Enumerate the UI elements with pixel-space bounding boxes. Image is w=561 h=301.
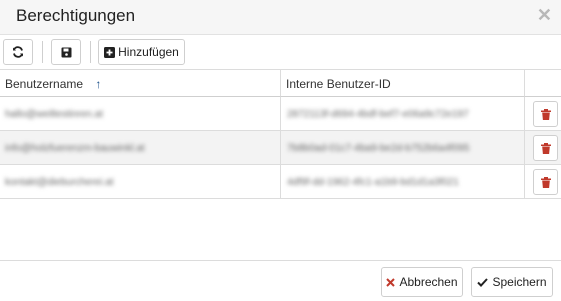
delete-button[interactable] bbox=[533, 169, 558, 195]
delete-button[interactable] bbox=[533, 135, 558, 161]
column-header-label: Benutzername bbox=[5, 77, 84, 91]
add-button-label: Hinzufügen bbox=[118, 45, 179, 59]
save-dialog-button[interactable]: Speichern bbox=[471, 267, 553, 297]
add-button[interactable]: Hinzufügen bbox=[98, 39, 185, 65]
plus-square-icon bbox=[104, 46, 116, 58]
cancel-button[interactable]: Abbrechen bbox=[381, 267, 463, 297]
user-id-cell: 4df9f-dd-1962-4fc1-a1b9-bd1d1a3f021 bbox=[281, 165, 525, 198]
dialog-title: Berechtigungen bbox=[16, 6, 136, 25]
cancel-button-label: Abbrechen bbox=[399, 275, 458, 289]
user-id-cell: 2872113f-d694-4bdf-bef7-e06a9c72e197 bbox=[281, 97, 525, 130]
sort-ascending-icon: ↑ bbox=[95, 77, 102, 91]
refresh-button[interactable] bbox=[3, 39, 33, 65]
save-icon bbox=[61, 47, 71, 57]
username-cell: kontakt@dieburcherei.at bbox=[0, 165, 281, 198]
column-header-user-id[interactable]: Interne Benutzer-ID bbox=[281, 70, 525, 97]
refresh-icon bbox=[13, 46, 23, 58]
username-value: info@holzfuerenzm-bauwinkl.at bbox=[5, 143, 145, 154]
user-id-value: 2872113f-d694-4bdf-bef7-e06a9c72e197 bbox=[287, 109, 469, 120]
table-row[interactable]: hallo@weiltestinren.at 2872113f-d694-4bd… bbox=[0, 97, 561, 131]
close-icon[interactable]: ✕ bbox=[537, 5, 552, 26]
dialog-footer: Abbrechen Speichern bbox=[0, 260, 561, 301]
username-value: kontakt@dieburcherei.at bbox=[5, 177, 114, 188]
trash-icon bbox=[541, 177, 551, 188]
toolbar-separator bbox=[42, 41, 43, 63]
checkmark-icon bbox=[477, 277, 489, 287]
trash-icon bbox=[541, 109, 551, 120]
toolbar: Hinzufügen bbox=[0, 35, 561, 70]
close-icon bbox=[386, 277, 396, 287]
table-row[interactable]: info@holzfuerenzm-bauwinkl.at 7b8b0ad-01… bbox=[0, 131, 561, 165]
column-header-username[interactable]: Benutzername ↑ bbox=[0, 70, 281, 97]
save-button[interactable] bbox=[51, 39, 81, 65]
dialog-titlebar: Berechtigungen ✕ bbox=[0, 0, 561, 35]
column-header-actions bbox=[525, 70, 561, 97]
username-cell: info@holzfuerenzm-bauwinkl.at bbox=[0, 131, 281, 164]
column-header-label: Interne Benutzer-ID bbox=[286, 77, 391, 91]
delete-button[interactable] bbox=[533, 101, 558, 127]
username-value: hallo@weiltestinren.at bbox=[5, 109, 103, 120]
user-id-cell: 7b8b0ad-01c7-4ba9-be2d-b752b6a4f095 bbox=[281, 131, 525, 164]
trash-icon bbox=[541, 143, 551, 154]
table-row[interactable]: kontakt@dieburcherei.at 4df9f-dd-1962-4f… bbox=[0, 165, 561, 199]
toolbar-separator bbox=[90, 41, 91, 63]
username-cell: hallo@weiltestinren.at bbox=[0, 97, 281, 130]
save-dialog-button-label: Speichern bbox=[492, 275, 547, 289]
user-id-value: 4df9f-dd-1962-4fc1-a1b9-bd1d1a3f021 bbox=[287, 177, 459, 188]
user-id-value: 7b8b0ad-01c7-4ba9-be2d-b752b6a4f095 bbox=[287, 143, 470, 154]
